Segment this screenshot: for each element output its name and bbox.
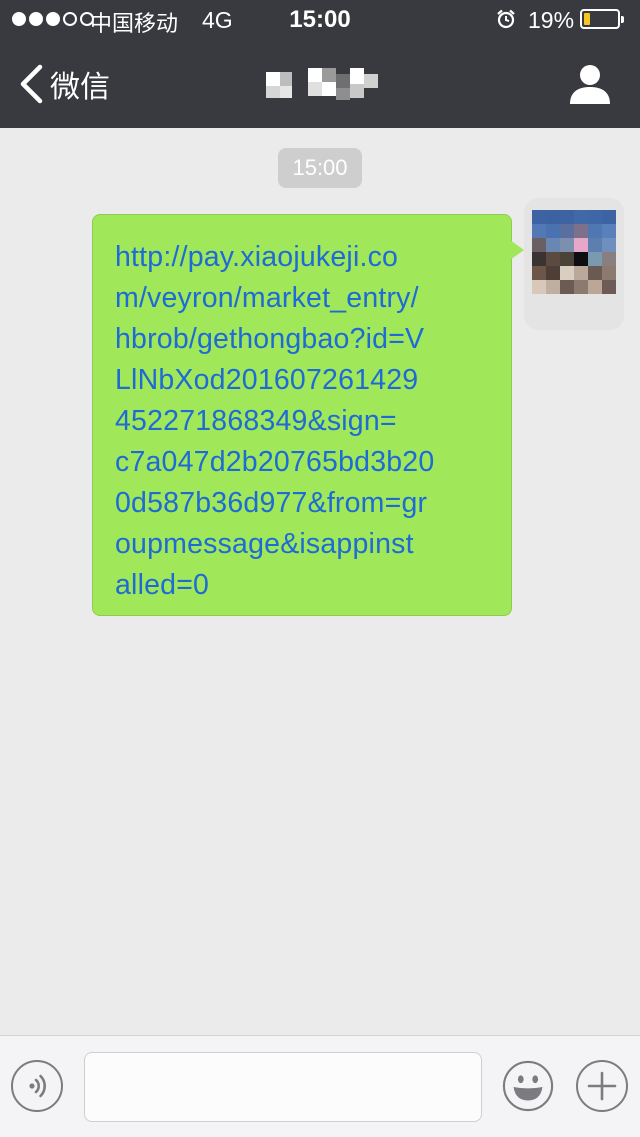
message-bubble[interactable]: http://pay.xiaojukeji.co m/veyron/market… bbox=[92, 214, 512, 616]
message-timestamp: 15:00 bbox=[278, 148, 362, 188]
emoji-button[interactable] bbox=[502, 1060, 554, 1112]
message-input[interactable] bbox=[84, 1052, 482, 1122]
top-bar: 中国移动 4G 15:00 19% 微信 bbox=[0, 0, 640, 128]
emoji-icon bbox=[502, 1060, 554, 1112]
status-bar: 中国移动 4G 15:00 19% bbox=[0, 0, 640, 40]
plus-icon bbox=[587, 1071, 617, 1101]
bubble-tail bbox=[510, 240, 524, 260]
back-label: 微信 bbox=[50, 70, 110, 105]
chevron-left-icon bbox=[20, 64, 43, 104]
voice-button[interactable] bbox=[11, 1060, 63, 1112]
chat-title-pixelated bbox=[266, 68, 378, 100]
chat-area[interactable]: 15:00 http://pay.xiaojukeji.co m/veyron/… bbox=[0, 128, 640, 1035]
person-icon[interactable] bbox=[568, 62, 612, 106]
more-button[interactable] bbox=[576, 1060, 628, 1112]
alarm-icon bbox=[497, 9, 515, 29]
navigation-bar: 微信 bbox=[0, 40, 640, 128]
back-button[interactable]: 微信 bbox=[18, 62, 110, 106]
battery-icon bbox=[580, 9, 624, 29]
avatar[interactable] bbox=[532, 210, 616, 294]
voice-icon bbox=[29, 1074, 46, 1098]
input-bar bbox=[0, 1035, 640, 1137]
message-link[interactable]: http://pay.xiaojukeji.co m/veyron/market… bbox=[115, 237, 495, 606]
battery-percent: 19% bbox=[528, 7, 575, 33]
